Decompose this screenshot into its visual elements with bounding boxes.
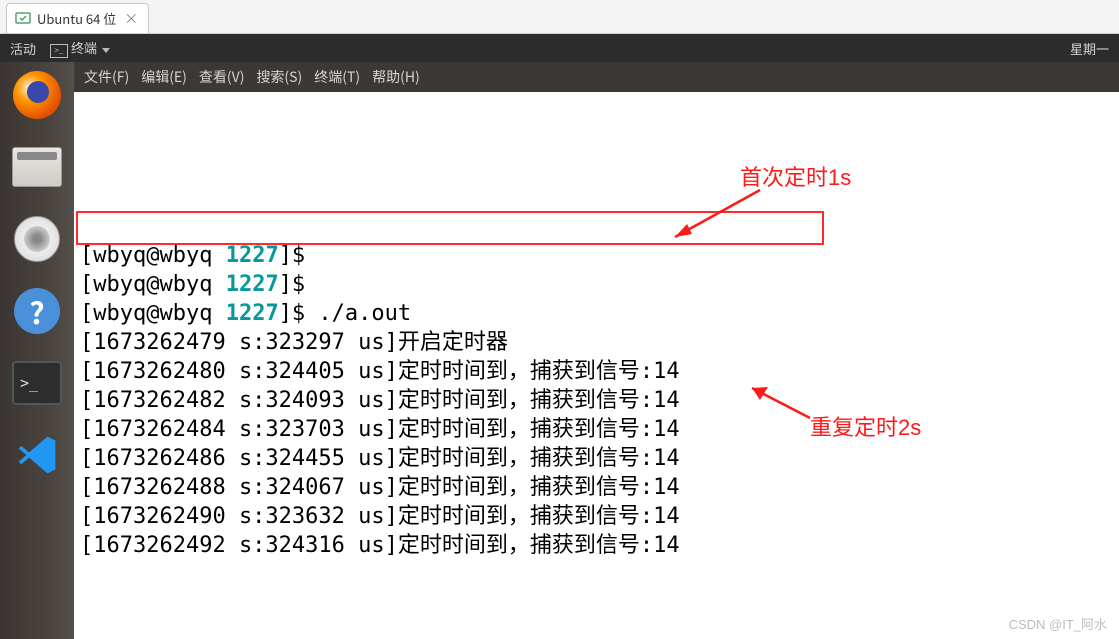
gnome-top-panel: 活动 >_ 终端 星期一 [0,34,1119,62]
terminal-icon: >_ [12,361,62,405]
app-menu-label: 终端 [71,38,97,57]
vm-monitor-icon [15,11,31,27]
help-icon: ? [14,288,60,334]
menu-view[interactable]: 查看(V) [199,67,245,87]
annotation-highlight-box [76,211,824,245]
close-icon[interactable]: × [122,9,140,29]
menu-help[interactable]: 帮助(H) [372,67,420,87]
menu-file[interactable]: 文件(F) [84,67,129,87]
vm-tab-title: Ubuntu 64 位 [37,9,116,28]
dock-firefox[interactable] [10,68,64,122]
chevron-down-icon [102,48,110,53]
speaker-icon [14,216,60,262]
prompt-line: [wbyq@wbyq 1227]$ [80,270,1113,299]
vm-tab[interactable]: Ubuntu 64 位 × [6,3,149,33]
vscode-icon [14,432,60,478]
terminal-icon: >_ [50,44,68,58]
dock-rhythmbox[interactable] [10,212,64,266]
activities-button[interactable]: 活动 [10,39,36,58]
output-line: [1673262479 s:323297 us]开启定时器 [80,328,1113,357]
output-line: [1673262486 s:324455 us]定时时间到，捕获到信号:14 [80,444,1113,473]
output-line: [1673262490 s:323632 us]定时时间到，捕获到信号:14 [80,502,1113,531]
dock-help[interactable]: ? [10,284,64,338]
output-line: [1673262492 s:324316 us]定时时间到，捕获到信号:14 [80,531,1113,560]
ubuntu-dock: ? >_ [0,62,74,639]
terminal-menubar: 文件(F) 编辑(E) 查看(V) 搜索(S) 终端(T) 帮助(H) [74,62,1119,92]
firefox-icon [13,71,61,119]
vm-tab-bar: Ubuntu 64 位 × [0,0,1119,34]
menu-edit[interactable]: 编辑(E) [141,67,187,87]
dock-vscode[interactable] [10,428,64,482]
output-line: [1673262482 s:324093 us]定时时间到，捕获到信号:14 [80,386,1113,415]
clock-day[interactable]: 星期一 [1070,39,1109,58]
prompt-line: [wbyq@wbyq 1227]$ ./a.out [80,299,1113,328]
terminal-output[interactable]: [wbyq@wbyq 1227]$[wbyq@wbyq 1227]$[wbyq@… [74,92,1119,639]
files-icon [12,147,62,187]
menu-terminal[interactable]: 终端(T) [314,67,360,87]
app-menu[interactable]: >_ 终端 [50,38,110,58]
watermark: CSDN @IT_阿水 [1009,614,1107,633]
menu-search[interactable]: 搜索(S) [256,67,302,87]
terminal-window: 文件(F) 编辑(E) 查看(V) 搜索(S) 终端(T) 帮助(H) [wby… [74,62,1119,639]
output-line: [1673262480 s:324405 us]定时时间到，捕获到信号:14 [80,357,1113,386]
dock-terminal[interactable]: >_ [10,356,64,410]
output-line: [1673262488 s:324067 us]定时时间到，捕获到信号:14 [80,473,1113,502]
prompt-line: [wbyq@wbyq 1227]$ [80,241,1113,270]
output-line: [1673262484 s:323703 us]定时时间到，捕获到信号:14 [80,415,1113,444]
dock-files[interactable] [10,140,64,194]
